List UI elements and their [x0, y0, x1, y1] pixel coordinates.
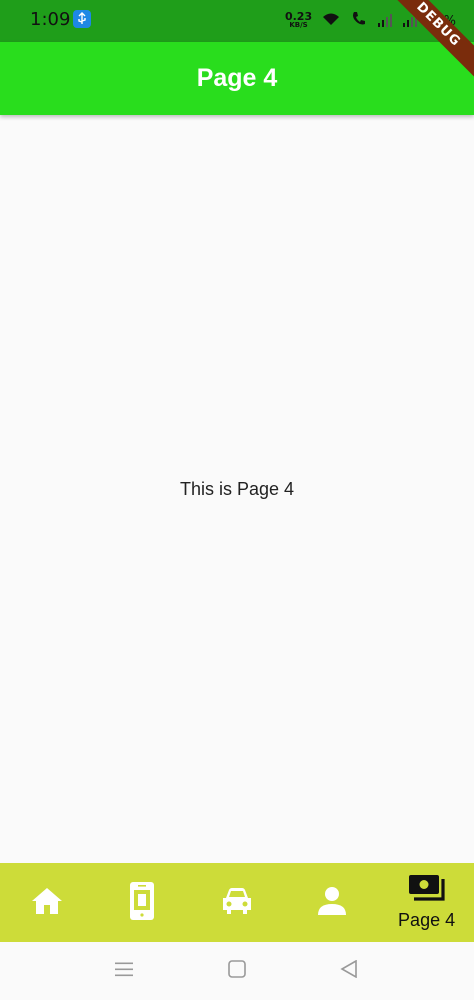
bottom-navigation-bar: Page 4: [0, 863, 474, 942]
app-screen: 1:09 0.23 KB/S DEBUG Page 4 This is Page…: [0, 0, 474, 1000]
system-navigation-bar: [0, 942, 474, 1000]
car-icon: [220, 886, 254, 920]
status-time: 1:09: [30, 9, 71, 30]
nav-item-car[interactable]: [190, 863, 285, 942]
page-content-text: This is Page 4: [179, 478, 295, 499]
page-body: This is Page 4: [0, 115, 474, 863]
money-icon: [408, 874, 446, 906]
home-icon: [30, 886, 64, 920]
back-icon[interactable]: [340, 959, 358, 982]
wifi-icon: [321, 11, 341, 31]
app-bar: Page 4: [0, 42, 474, 115]
person-icon: [317, 886, 347, 920]
signal-strength-icon-1: [377, 12, 393, 31]
volte-call-icon: [350, 10, 368, 32]
nav-item-home[interactable]: [0, 863, 95, 942]
network-speed-value: 0.23: [284, 10, 313, 23]
phone-app-icon: [129, 881, 155, 925]
network-speed: 0.23 KB/S: [284, 10, 313, 30]
network-speed-unit: KB/S: [289, 21, 308, 29]
nav-item-page-4[interactable]: Page 4: [379, 863, 474, 942]
page-title: Page 4: [196, 64, 278, 92]
status-bar: 1:09 0.23 KB/S DEBUG: [0, 0, 474, 83]
home-button-icon[interactable]: [228, 960, 246, 982]
menu-icon[interactable]: [115, 962, 133, 981]
nav-item-label: Page 4: [398, 910, 456, 930]
nav-item-profile[interactable]: [284, 863, 379, 942]
nav-item-phone[interactable]: [95, 863, 190, 942]
usb-debug-icon: [73, 10, 91, 28]
